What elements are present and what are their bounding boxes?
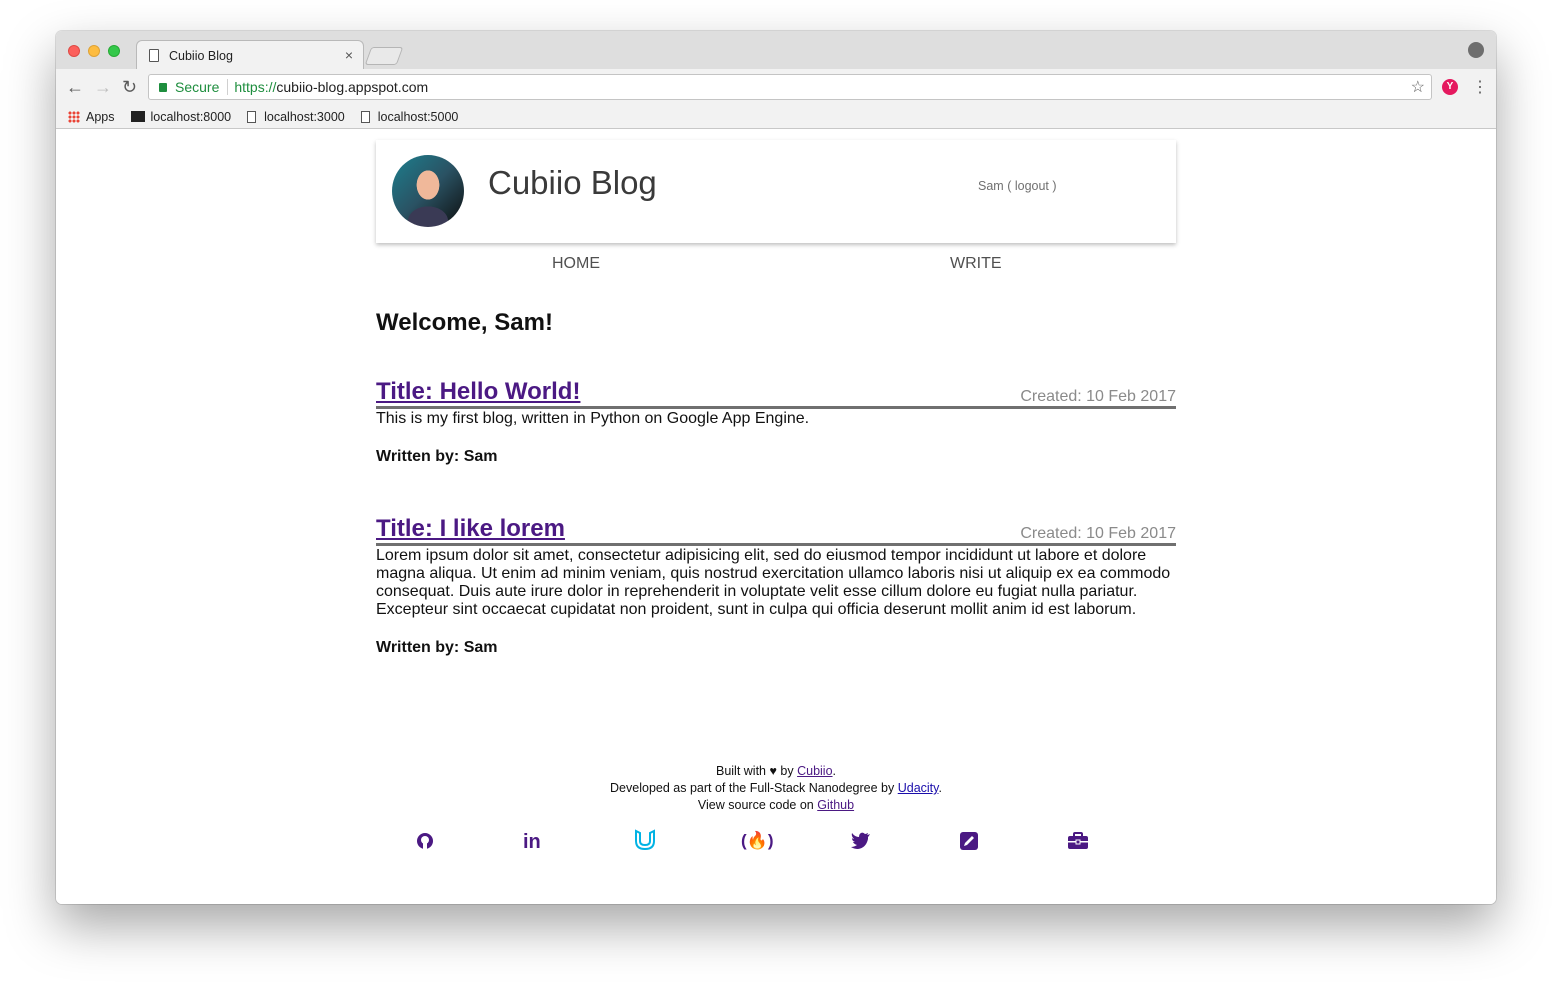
- blog-title: Cubiio Blog: [488, 164, 657, 201]
- close-window-button[interactable]: [68, 45, 80, 57]
- reload-icon[interactable]: ↻: [122, 77, 137, 98]
- main-nav: HOME WRITE: [376, 255, 1176, 277]
- terminal-icon: [130, 111, 145, 122]
- bookmark-label: localhost:5000: [377, 109, 459, 124]
- page-icon: [360, 110, 370, 123]
- post-header: Title: I like lorem Created: 10 Feb 2017: [376, 512, 1176, 546]
- bookmark-localhost-8000[interactable]: localhost:8000: [130, 109, 232, 124]
- social-links: in (🔥): [376, 829, 1176, 855]
- briefcase-icon[interactable]: [1067, 831, 1089, 851]
- paren-close: ): [1052, 179, 1057, 193]
- zoom-window-button[interactable]: [108, 45, 120, 57]
- post-date: Created: 10 Feb 2017: [1020, 525, 1176, 542]
- twitter-icon[interactable]: [851, 831, 871, 849]
- github-icon[interactable]: [415, 831, 435, 851]
- tab-title: Cubiio Blog: [169, 48, 233, 63]
- post-title-link[interactable]: Title: I like lorem: [376, 515, 565, 543]
- paren-open: (: [1007, 179, 1012, 193]
- post-date: Created: 10 Feb 2017: [1020, 388, 1176, 405]
- address-bar[interactable]: Secure https:// cubiio-blog.appspot.com …: [148, 74, 1432, 100]
- url-scheme: https://: [234, 79, 277, 95]
- browser-menu-icon[interactable]: ⋮: [1472, 77, 1488, 97]
- footer-built-line: Built with ♥ by Cubiio.: [376, 763, 1176, 780]
- logout-link[interactable]: logout: [1015, 179, 1049, 193]
- footer-source-prefix: View source code on: [697, 798, 814, 812]
- tab-close-icon[interactable]: ×: [345, 47, 353, 63]
- user-name: Sam: [978, 179, 1004, 193]
- footer-built-by: by: [780, 764, 794, 778]
- nav-write[interactable]: WRITE: [950, 255, 1002, 273]
- bookmark-apps[interactable]: Apps: [68, 110, 115, 124]
- blog-post: Title: I like lorem Created: 10 Feb 2017…: [376, 512, 1176, 657]
- cubiio-link[interactable]: Cubiio: [797, 764, 832, 778]
- url-host: cubiio-blog.appspot.com: [276, 79, 429, 95]
- browser-toolbar: ← → ↻ Secure https:// cubiio-blog.appspo…: [56, 69, 1496, 105]
- blog-edit-icon[interactable]: [959, 831, 979, 851]
- bookmark-label: localhost:3000: [264, 109, 345, 124]
- secure-label: Secure: [175, 79, 229, 95]
- bookmark-localhost-3000[interactable]: localhost:3000: [247, 110, 345, 124]
- footer-source-line: View source code on Github: [376, 797, 1176, 814]
- extension-icon[interactable]: Y: [1442, 79, 1458, 95]
- udacity-icon[interactable]: [632, 827, 658, 853]
- browser-tab[interactable]: Cubiio Blog ×: [136, 40, 364, 70]
- bookmark-star-icon[interactable]: ☆: [1411, 77, 1425, 97]
- footer-period: .: [832, 764, 837, 778]
- footer-period: .: [938, 781, 942, 795]
- minimize-window-button[interactable]: [88, 45, 100, 57]
- post-body: This is my first blog, written in Python…: [376, 410, 810, 427]
- post-body: Lorem ipsum dolor sit amet, consectetur …: [376, 547, 1171, 618]
- bookmark-localhost-5000[interactable]: localhost:5000: [360, 109, 459, 124]
- linkedin-icon[interactable]: in: [523, 831, 541, 854]
- github-link[interactable]: Github: [817, 798, 854, 812]
- nav-home[interactable]: HOME: [552, 255, 600, 273]
- avatar: [392, 155, 464, 227]
- welcome-heading: Welcome, Sam!: [376, 309, 553, 336]
- forward-arrow-icon[interactable]: →: [94, 77, 112, 98]
- page-footer: Built with ♥ by Cubiio. Developed as par…: [376, 763, 1176, 814]
- post-header: Title: Hello World! Created: 10 Feb 2017: [376, 375, 1176, 409]
- footer-dev-line: Developed as part of the Full-Stack Nano…: [376, 780, 1176, 797]
- lock-icon: [159, 82, 167, 92]
- browser-window: Cubiio Blog × ← → ↻ Secure https:// cubi…: [56, 31, 1496, 904]
- blog-post: Title: Hello World! Created: 10 Feb 2017…: [376, 375, 1176, 466]
- new-tab-button[interactable]: [364, 47, 404, 65]
- apps-grid-icon: [68, 110, 80, 123]
- blog-header: Cubiio Blog Sam ( logout ): [376, 140, 1176, 243]
- post-author: Written by: Sam: [376, 448, 498, 465]
- heart-icon: ♥: [769, 764, 777, 778]
- bookmarks-bar: Apps localhost:8000 localhost:3000 local…: [56, 105, 1496, 129]
- page-icon: [149, 49, 159, 62]
- profile-icon[interactable]: [1468, 42, 1484, 58]
- footer-dev-prefix: Developed as part of the Full-Stack Nano…: [610, 781, 895, 795]
- page-content: Cubiio Blog Sam ( logout ) HOME WRITE We…: [56, 129, 1496, 904]
- post-title-link[interactable]: Title: Hello World!: [376, 378, 580, 406]
- freecodecamp-icon[interactable]: (🔥): [741, 831, 774, 851]
- udacity-link[interactable]: Udacity: [898, 781, 939, 795]
- user-area: Sam ( logout ): [978, 179, 1057, 193]
- post-author: Written by: Sam: [376, 639, 498, 656]
- footer-built-prefix: Built with: [715, 764, 767, 778]
- bookmark-label: localhost:8000: [150, 109, 232, 124]
- bookmark-label: Apps: [86, 109, 115, 124]
- title-bar: Cubiio Blog ×: [56, 31, 1496, 70]
- back-arrow-icon[interactable]: ←: [66, 77, 84, 98]
- page-icon: [247, 110, 257, 123]
